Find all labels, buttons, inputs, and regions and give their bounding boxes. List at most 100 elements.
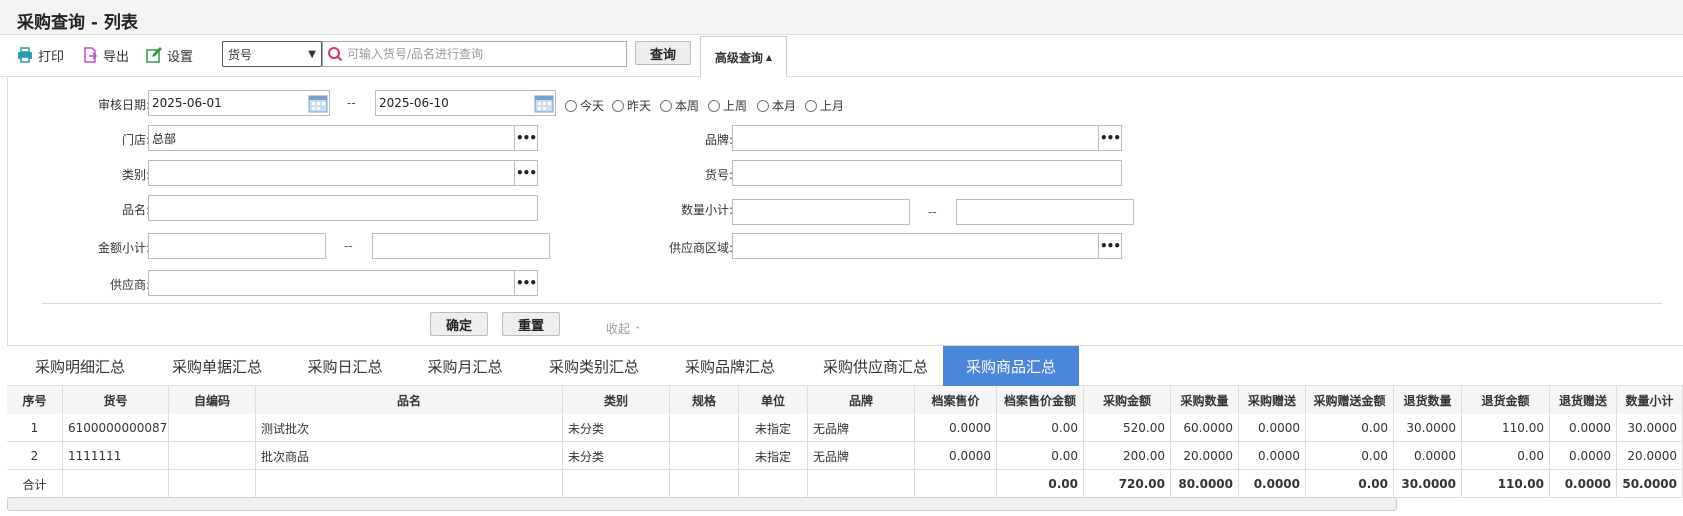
cell-custom-code xyxy=(169,442,256,470)
tab-detail-summary[interactable]: 采购明细汇总 xyxy=(16,346,144,386)
store-input[interactable]: 总部 ••• xyxy=(148,125,538,151)
printer-icon xyxy=(18,47,32,63)
column-header[interactable]: 规格 xyxy=(670,386,739,414)
collapse-link[interactable]: 收起 ⌃ xyxy=(606,320,641,337)
column-header[interactable]: 采购数量 xyxy=(1171,386,1239,414)
search-field-select[interactable]: 货号 ▼ xyxy=(222,41,322,67)
horizontal-scrollbar[interactable] xyxy=(7,497,1397,511)
column-header[interactable]: 货号 xyxy=(63,386,169,414)
column-header[interactable]: 数量小计 xyxy=(1617,386,1683,414)
qty-to-input[interactable] xyxy=(956,199,1134,225)
total-qty-subtotal: 50.0000 xyxy=(1617,470,1683,498)
radio-circle[interactable] xyxy=(565,99,577,112)
column-header[interactable]: 档案售价金额 xyxy=(997,386,1084,414)
export-button[interactable]: 导出 xyxy=(82,45,129,65)
total-return-qty: 30.0000 xyxy=(1394,470,1462,498)
search-input[interactable] xyxy=(347,47,617,61)
print-button[interactable]: 打印 xyxy=(17,45,64,65)
tab-category-summary[interactable]: 采购类别汇总 xyxy=(530,346,658,386)
qty-from-input[interactable] xyxy=(732,199,910,225)
confirm-button[interactable]: 确定 xyxy=(430,312,488,336)
cell-qty-subtotal: 30.0000 xyxy=(1617,414,1683,442)
brand-input[interactable]: ••• xyxy=(732,125,1122,151)
date-to-input[interactable]: 2025-06-10 xyxy=(375,90,556,116)
radio-circle[interactable] xyxy=(805,99,817,112)
column-header[interactable]: 序号 xyxy=(7,386,63,414)
column-header[interactable]: 采购赠送金额 xyxy=(1306,386,1394,414)
column-header[interactable]: 类别 xyxy=(563,386,670,414)
total-return-gift: 0.0000 xyxy=(1550,470,1617,498)
amount-to-input[interactable] xyxy=(372,233,550,259)
export-label: 导出 xyxy=(103,49,130,65)
cell-category: 未分类 xyxy=(563,442,670,470)
settings-button[interactable]: 设置 xyxy=(146,45,193,65)
tab-supplier-summary[interactable]: 采购供应商汇总 xyxy=(803,346,948,386)
total-cell xyxy=(63,470,169,498)
supplier-region-picker-button[interactable]: ••• xyxy=(1098,233,1122,259)
query-button[interactable]: 查询 xyxy=(635,41,691,65)
radio-circle[interactable] xyxy=(757,99,769,112)
form-divider xyxy=(42,303,1662,304)
radio-last-month[interactable]: 上月 xyxy=(805,97,844,114)
category-picker-button[interactable]: ••• xyxy=(514,160,538,186)
calendar-icon[interactable] xyxy=(308,93,328,113)
date-from-input[interactable]: 2025-06-01 xyxy=(148,90,330,116)
column-header[interactable]: 退货赠送 xyxy=(1550,386,1617,414)
column-header[interactable]: 单位 xyxy=(739,386,808,414)
amount-from-input[interactable] xyxy=(148,233,326,259)
total-return-amount: 110.00 xyxy=(1462,470,1550,498)
store-label: 门店: xyxy=(121,133,150,147)
radio-circle[interactable] xyxy=(612,99,624,112)
column-header[interactable]: 品名 xyxy=(256,386,563,414)
radio-circle[interactable] xyxy=(708,99,720,112)
total-purchase-amount: 720.00 xyxy=(1084,470,1171,498)
column-header[interactable]: 采购金额 xyxy=(1084,386,1171,414)
radio-yesterday[interactable]: 昨天 xyxy=(612,97,651,114)
tab-monthly-summary[interactable]: 采购月汇总 xyxy=(410,346,520,386)
supplier-region-input[interactable]: ••• xyxy=(732,233,1122,259)
radio-today[interactable]: 今天 xyxy=(565,97,604,114)
name-input[interactable] xyxy=(148,195,538,221)
cell-purchase-amount: 200.00 xyxy=(1084,442,1171,470)
search-box xyxy=(322,41,627,67)
cell-name: 测试批次 xyxy=(256,414,563,442)
table-row[interactable]: 1 6100000000087 测试批次 未分类 未指定 无品牌 0.0000 … xyxy=(7,414,1683,442)
radio-last-week[interactable]: 上周 xyxy=(708,97,747,114)
total-cell xyxy=(739,470,808,498)
cell-spec xyxy=(670,442,739,470)
column-header[interactable]: 档案售价 xyxy=(915,386,997,414)
table-header: 序号 货号 自编码 品名 类别 规格 单位 品牌 档案售价 档案售价金额 采购金… xyxy=(7,386,1683,414)
radio-this-month[interactable]: 本月 xyxy=(757,97,796,114)
reset-button[interactable]: 重置 xyxy=(502,312,560,336)
search-icon xyxy=(328,47,343,62)
tab-brand-summary[interactable]: 采购品牌汇总 xyxy=(666,346,794,386)
total-cell xyxy=(915,470,997,498)
calendar-icon[interactable] xyxy=(534,93,554,113)
store-picker-button[interactable]: ••• xyxy=(514,125,538,151)
cell-index: 1 xyxy=(7,414,63,442)
radio-circle[interactable] xyxy=(660,99,672,112)
radio-this-week[interactable]: 本周 xyxy=(660,97,699,114)
column-header[interactable]: 自编码 xyxy=(169,386,256,414)
column-header[interactable]: 采购赠送 xyxy=(1239,386,1306,414)
cell-unit: 未指定 xyxy=(739,442,808,470)
supplier-input[interactable]: ••• xyxy=(148,270,538,296)
advanced-query-tab[interactable]: 高级查询 ▲ xyxy=(700,36,787,77)
radio-label: 上月 xyxy=(820,99,845,113)
brand-picker-button[interactable]: ••• xyxy=(1098,125,1122,151)
tab-product-summary[interactable]: 采购商品汇总 xyxy=(943,346,1079,386)
supplier-picker-button[interactable]: ••• xyxy=(514,270,538,296)
column-header[interactable]: 品牌 xyxy=(808,386,915,414)
summary-tabs: 采购明细汇总 采购单据汇总 采购日汇总 采购月汇总 采购类别汇总 采购品牌汇总 … xyxy=(7,345,1683,386)
column-header[interactable]: 退货数量 xyxy=(1394,386,1462,414)
tab-document-summary[interactable]: 采购单据汇总 xyxy=(153,346,281,386)
cell-return-gift: 0.0000 xyxy=(1550,414,1617,442)
category-input[interactable]: ••• xyxy=(148,160,538,186)
tab-daily-summary[interactable]: 采购日汇总 xyxy=(290,346,400,386)
item-no-input[interactable] xyxy=(732,160,1122,186)
table-row[interactable]: 2 1111111 批次商品 未分类 未指定 无品牌 0.0000 0.00 2… xyxy=(7,442,1683,470)
cell-price: 0.0000 xyxy=(915,442,997,470)
column-header[interactable]: 退货金额 xyxy=(1462,386,1550,414)
total-purchase-gift: 0.0000 xyxy=(1239,470,1306,498)
cell-purchase-gift: 0.0000 xyxy=(1239,414,1306,442)
